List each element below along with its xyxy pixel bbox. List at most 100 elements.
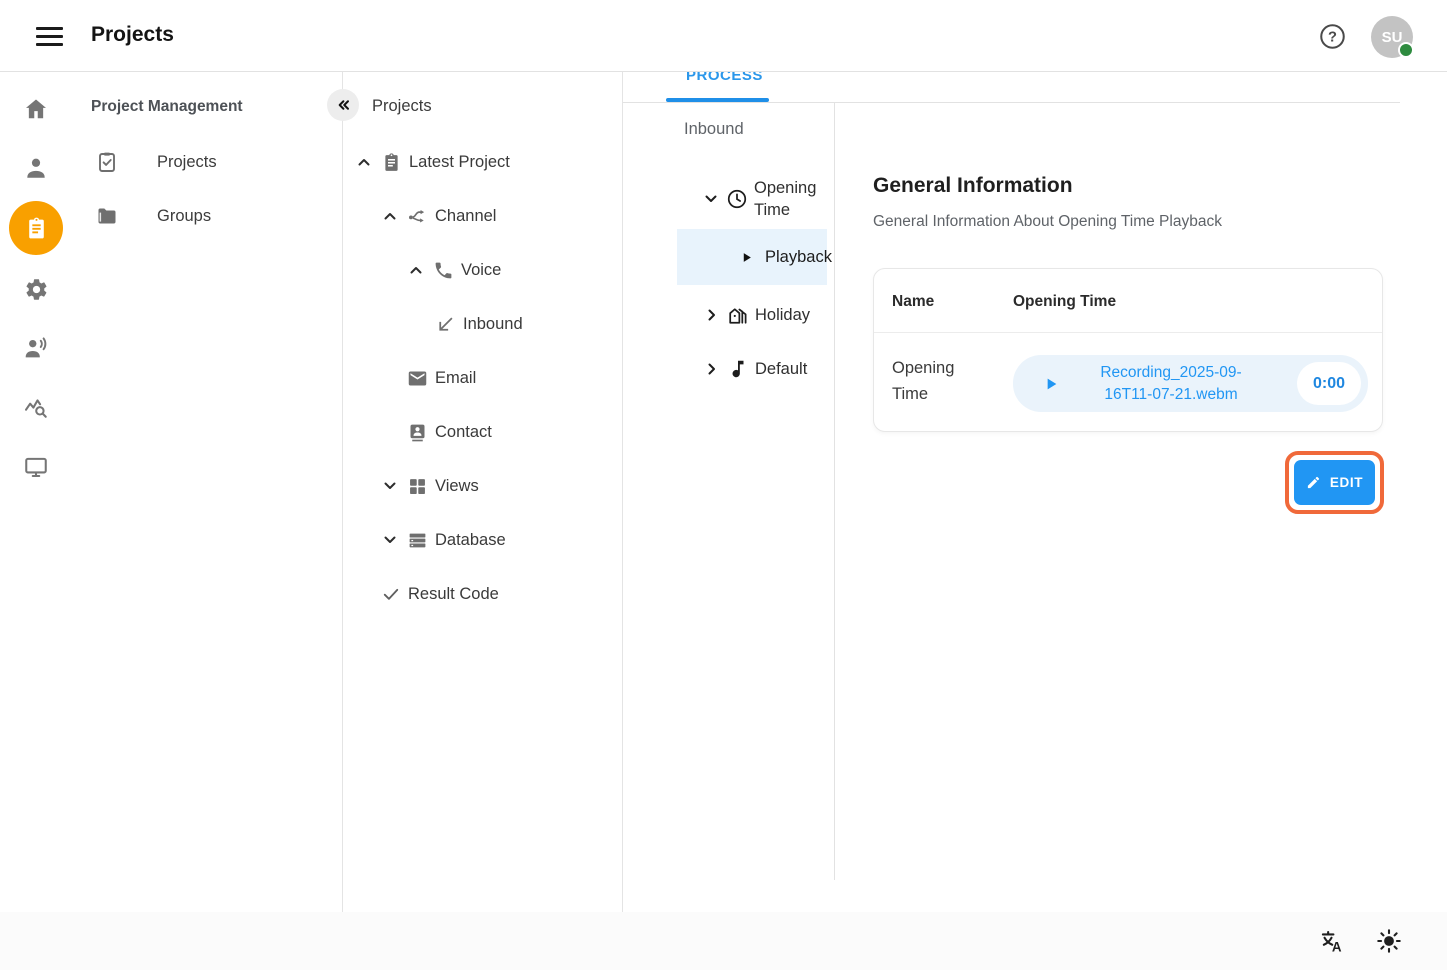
grid-views-icon: [407, 476, 428, 497]
chevron-down-icon[interactable]: [702, 190, 720, 208]
chevron-right-icon[interactable]: [703, 306, 721, 324]
tree-item-label: Contact: [435, 423, 492, 442]
process-tree-panel: Inbound Opening Time Playback Holiday De…: [623, 103, 835, 880]
sidebar-item-projects[interactable]: Projects: [72, 135, 343, 189]
tree-item-label: Views: [435, 477, 479, 496]
pencil-icon: [1306, 475, 1321, 490]
folder-icon: [95, 204, 119, 228]
question-circle-icon: ?: [1319, 23, 1346, 50]
tree-item-label: Channel: [435, 207, 496, 226]
process-item-label: Opening Time: [754, 177, 818, 222]
tree-item-views[interactable]: Views: [381, 459, 479, 513]
top-bar: Projects ? SU: [0, 0, 1447, 72]
collapse-panel-button[interactable]: [327, 89, 359, 121]
audio-player: Recording_2025-09-16T11-07-21.webm 0:00: [1013, 355, 1368, 412]
process-item-label: Default: [755, 360, 807, 379]
play-triangle-icon: [740, 251, 753, 264]
rail-settings-icon[interactable]: [0, 261, 72, 317]
query-stats-icon: [23, 395, 49, 421]
icon-rail: [0, 72, 72, 912]
tree-item-label: Inbound: [463, 315, 523, 334]
section-title: General Information: [873, 174, 1073, 198]
rail-analytics-icon[interactable]: [0, 380, 72, 436]
rail-voice-agent-icon[interactable]: [0, 320, 72, 376]
column-header-opening-time: Opening Time: [1013, 293, 1116, 311]
tree-item-email[interactable]: Email: [407, 351, 476, 405]
chevron-up-icon[interactable]: [381, 207, 399, 225]
chevron-down-icon[interactable]: [381, 477, 399, 495]
chevron-right-icon[interactable]: [703, 360, 721, 378]
music-note-icon: [727, 358, 749, 380]
language-toggle[interactable]: A: [1318, 927, 1346, 960]
avatar-initials: SU: [1382, 29, 1403, 46]
phone-icon: [433, 260, 454, 281]
tree-item-latest-project[interactable]: Latest Project: [355, 135, 510, 189]
edit-highlight-ring: EDIT: [1285, 451, 1384, 514]
storage-icon: [407, 530, 428, 551]
tab-active-indicator: [666, 98, 769, 102]
content-region: PROCESS Inbound Opening Time Playback Ho…: [623, 72, 1447, 912]
table-header: Name Opening Time: [874, 269, 1382, 333]
edit-button[interactable]: EDIT: [1294, 460, 1375, 505]
tree-item-inbound[interactable]: Inbound: [435, 297, 523, 351]
process-item-label: Playback: [765, 248, 832, 267]
help-icon[interactable]: ?: [1319, 23, 1346, 50]
tree-item-database[interactable]: Database: [381, 513, 506, 567]
checked-clipboard-icon: [95, 150, 119, 174]
process-item-default[interactable]: Default: [703, 342, 807, 396]
rail-projects-icon-active[interactable]: [0, 200, 72, 256]
contact-card-icon: [407, 422, 428, 443]
tree-item-contact[interactable]: Contact: [407, 405, 492, 459]
home-icon: [23, 96, 49, 122]
chevron-down-icon[interactable]: [381, 531, 399, 549]
audio-play-button[interactable]: [1043, 376, 1059, 392]
process-item-holiday[interactable]: Holiday: [703, 288, 810, 342]
presence-status-dot: [1398, 42, 1414, 58]
translate-icon: A: [1318, 927, 1346, 955]
call-received-icon: [435, 314, 456, 335]
recording-file-link[interactable]: Recording_2025-09-16T11-07-21.webm: [1085, 362, 1257, 405]
tree-item-channel[interactable]: Channel: [381, 189, 496, 243]
app-window: Projects ? SU: [0, 0, 1447, 970]
gear-icon: [24, 277, 49, 302]
chevron-up-icon[interactable]: [407, 261, 425, 279]
column-header-name: Name: [892, 293, 934, 311]
tab-bar: PROCESS: [623, 72, 1400, 103]
nav-sidebar: Project Management Projects Groups: [72, 72, 343, 912]
section-subtitle: General Information About Opening Time P…: [873, 213, 1222, 231]
tree-item-label: Result Code: [408, 585, 499, 604]
tree-item-result-code[interactable]: Result Code: [381, 567, 499, 621]
clipboard-icon: [24, 216, 49, 241]
detail-panel: General Information General Information …: [835, 103, 1447, 912]
channel-split-icon: [407, 206, 428, 227]
double-chevron-left-icon: [333, 95, 353, 115]
svg-text:?: ?: [1328, 30, 1337, 46]
rail-home-icon[interactable]: [0, 81, 72, 137]
clock-icon: [726, 188, 748, 210]
nav-section-title: Project Management: [91, 98, 243, 116]
audio-duration-badge: 0:00: [1297, 362, 1361, 405]
process-item-playback-selected[interactable]: Playback: [677, 229, 827, 285]
process-item-opening-time[interactable]: Opening Time: [702, 165, 818, 233]
general-info-card: Name Opening Time Opening Time Recording…: [873, 268, 1383, 432]
holiday-village-icon: [727, 304, 749, 326]
theme-toggle[interactable]: [1375, 927, 1403, 960]
tree-item-label: Latest Project: [409, 153, 510, 172]
monitor-icon: [23, 454, 49, 480]
project-tree-panel: Projects Latest Project Channel Voice In…: [343, 72, 623, 912]
hamburger-menu-icon[interactable]: [36, 27, 63, 46]
active-circle: [9, 201, 63, 255]
clipboard-icon: [381, 152, 402, 173]
tree-item-label: Email: [435, 369, 476, 388]
sidebar-item-label: Groups: [157, 207, 211, 226]
page-title: Projects: [91, 23, 174, 47]
row-name: Opening Time: [892, 355, 976, 408]
tab-process[interactable]: PROCESS: [686, 72, 763, 84]
rail-monitor-icon[interactable]: [0, 439, 72, 495]
sidebar-item-groups[interactable]: Groups: [72, 189, 343, 243]
chevron-up-icon[interactable]: [355, 153, 373, 171]
rail-users-icon[interactable]: [0, 140, 72, 196]
edit-button-label: EDIT: [1330, 475, 1363, 490]
tree-item-label: Database: [435, 531, 506, 550]
tree-item-voice[interactable]: Voice: [407, 243, 501, 297]
